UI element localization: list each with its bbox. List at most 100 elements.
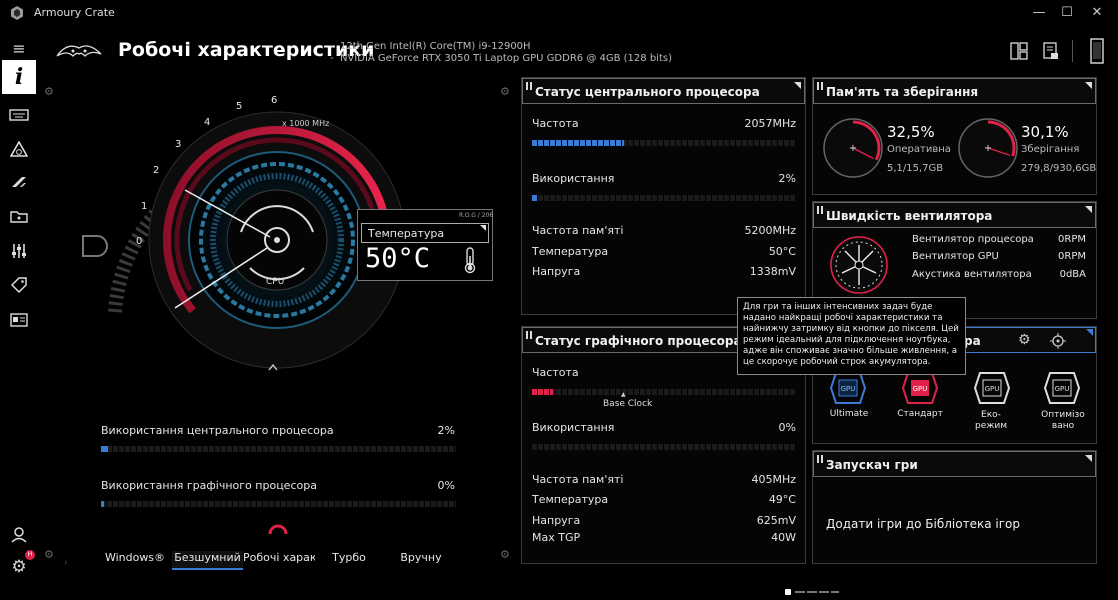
base-clock-marker: ▲ (621, 391, 626, 398)
gpu-usage-row-bar (532, 444, 796, 450)
game-launcher-title: Запускач гри (826, 458, 918, 472)
base-clock-label: Base Clock (603, 399, 653, 409)
svg-text:GPU: GPU (1055, 385, 1070, 393)
gauge-tick-label: 3 (175, 139, 182, 150)
gpu-mode-settings-gear-icon[interactable]: ⚙ (1018, 332, 1031, 348)
game-launcher-header: Запускач гри (813, 451, 1096, 477)
gpu-usage-row-value: 0% (778, 421, 796, 434)
gpu-status-title: Статус графічного процесора (535, 334, 742, 348)
gpu-mode-label-optimized: Оптимізо вано (1041, 410, 1085, 431)
cpu-usage-value: 2% (437, 424, 455, 437)
sidebar-item-settings-mixer[interactable] (4, 236, 34, 266)
decor-gear-icon: ⚙ (500, 548, 510, 561)
sidebar-item-user[interactable] (4, 519, 34, 549)
keyboard-icon (9, 109, 29, 121)
sidebar-item-aura[interactable] (4, 134, 34, 164)
gpu-mem-freq-label: Частота пам'яті (532, 473, 624, 486)
cpu-volt-label: Напруга (532, 265, 581, 278)
page-indicator-active[interactable] (785, 589, 791, 595)
cpu-freq-label: Частота (532, 117, 579, 130)
minimize-button[interactable]: — (1029, 4, 1049, 22)
layout-toggle-icon[interactable] (1010, 42, 1028, 60)
sidebar-item-home[interactable]: i (2, 60, 36, 94)
storage-percent: 30,1% (1021, 123, 1069, 141)
cpu-usage-bar-fill (101, 446, 109, 452)
svg-text:+: + (984, 143, 992, 154)
cpu-freq-bar (532, 140, 796, 146)
rog-slash-icon (12, 177, 26, 187)
ram-label: Оперативна п (887, 144, 953, 155)
cpu-freq-bar-fill (532, 140, 625, 146)
maximize-button[interactable]: ☐ (1057, 4, 1077, 22)
gpu-freq-bar (532, 389, 796, 395)
temperature-value: 50°C (365, 243, 431, 274)
mode-tab-manual[interactable]: Вручну (388, 551, 454, 564)
hamburger-menu-icon[interactable]: ≡ (4, 33, 34, 63)
mode-tab-performance[interactable]: Робочі характе (243, 551, 315, 564)
gauge-tick-label: 6 (271, 95, 278, 106)
info-icon: i (14, 64, 24, 90)
cpu-freq-value: 2057MHz (744, 117, 796, 130)
gpu-freq-label: Частота (532, 366, 579, 379)
gpu-volt-label: Напруга (532, 514, 581, 527)
performance-mode-tooltip: Для гри та інших інтенсивних задач буде … (737, 297, 966, 375)
sidebar-item-keyboard[interactable] (4, 100, 34, 130)
gpu-freq-bar-fill (532, 389, 554, 395)
corner-mark (480, 225, 486, 231)
gpu-fan-label: Вентилятор GPU (912, 251, 999, 262)
svg-text:+: + (849, 143, 857, 154)
gpu-spec: - NVIDIA GeForce RTX 3050 Ti Laptop GPU … (330, 53, 672, 64)
gpu-volt-value: 625mV (756, 514, 796, 527)
fan-noise-label: Акустика вентилятора (912, 269, 1032, 280)
cpu-fan-label: Вентилятор процесора (912, 234, 1034, 245)
mode-tab-windows[interactable]: Windows® (100, 551, 170, 564)
gpu-usage-label: Використання графічного процесора (101, 479, 317, 492)
gauge-tick-label: 1 (141, 201, 148, 212)
gpu-mem-freq-value: 405MHz (751, 473, 796, 486)
sidebar-item-scenario[interactable] (4, 201, 34, 231)
cpu-usage-row-label: Використання (532, 172, 615, 185)
title-bar (0, 0, 1118, 26)
ram-percent: 32,5% (887, 123, 935, 141)
add-games-link[interactable]: Додати ігри до Бібліотека ігор (826, 517, 1020, 531)
sidebar-item-news[interactable] (4, 305, 34, 335)
gpu-chip-icon: GPU (901, 372, 939, 404)
mode-tab-turbo[interactable]: Турбо (318, 551, 380, 564)
gpu-mode-label-eco: Еко- режим (975, 410, 1007, 431)
report-icon[interactable] (1043, 42, 1059, 60)
gpu-temp-label: Температура (532, 493, 609, 506)
gauge-tick-label: 4 (204, 117, 211, 128)
memory-title: Пам'ять та зберігання (826, 85, 979, 99)
sidebar-item-gamevisual[interactable] (4, 167, 34, 197)
target-icon[interactable] (1050, 333, 1066, 349)
gauge-center-label: CPU (266, 277, 285, 287)
gpu-chip-icon: GPU (829, 372, 867, 404)
gpu-temp-value: 49°C (768, 493, 796, 506)
gpu-chip-icon: GPU (973, 372, 1011, 404)
notification-badge: H (25, 550, 35, 560)
cpu-status-title: Статус центрального процесора (535, 85, 760, 99)
corner-mark (1086, 329, 1093, 336)
sidebar-item-deals[interactable] (4, 270, 34, 300)
temperature-tag: R.O.G / 206 (459, 212, 494, 219)
active-mode-indicator-icon (268, 524, 288, 535)
close-button[interactable]: ✕ (1087, 4, 1107, 22)
svg-text:GPU: GPU (985, 385, 1000, 393)
device-phone-icon[interactable] (1090, 38, 1104, 64)
cpu-temp-value: 50°C (768, 245, 796, 258)
temperature-label: Температура (368, 227, 445, 240)
news-card-icon (10, 313, 28, 327)
left-arrow-icon[interactable]: › (64, 558, 68, 568)
gpu-chip-icon: GPU (1043, 372, 1081, 404)
ram-value: 5,1/15,7GB (887, 163, 944, 174)
cpu-usage-label: Використання центрального процесора (101, 424, 334, 437)
cpu-usage-row-bar-fill (532, 195, 538, 201)
cpu-status-header: Статус центрального процесора (522, 78, 805, 104)
gpu-usage-value: 0% (437, 479, 455, 492)
fan-noise-value: 0dBA (1059, 269, 1086, 280)
mode-tab-silent[interactable]: Безшумний (172, 551, 243, 570)
cpu-usage-row-value: 2% (778, 172, 796, 185)
ram-gauge: + (823, 118, 883, 178)
cpu-spec: - 12th Gen Intel(R) Core(TM) i9-12900H (330, 41, 531, 52)
gpu-mode-label-standard: Стандарт (897, 409, 943, 419)
